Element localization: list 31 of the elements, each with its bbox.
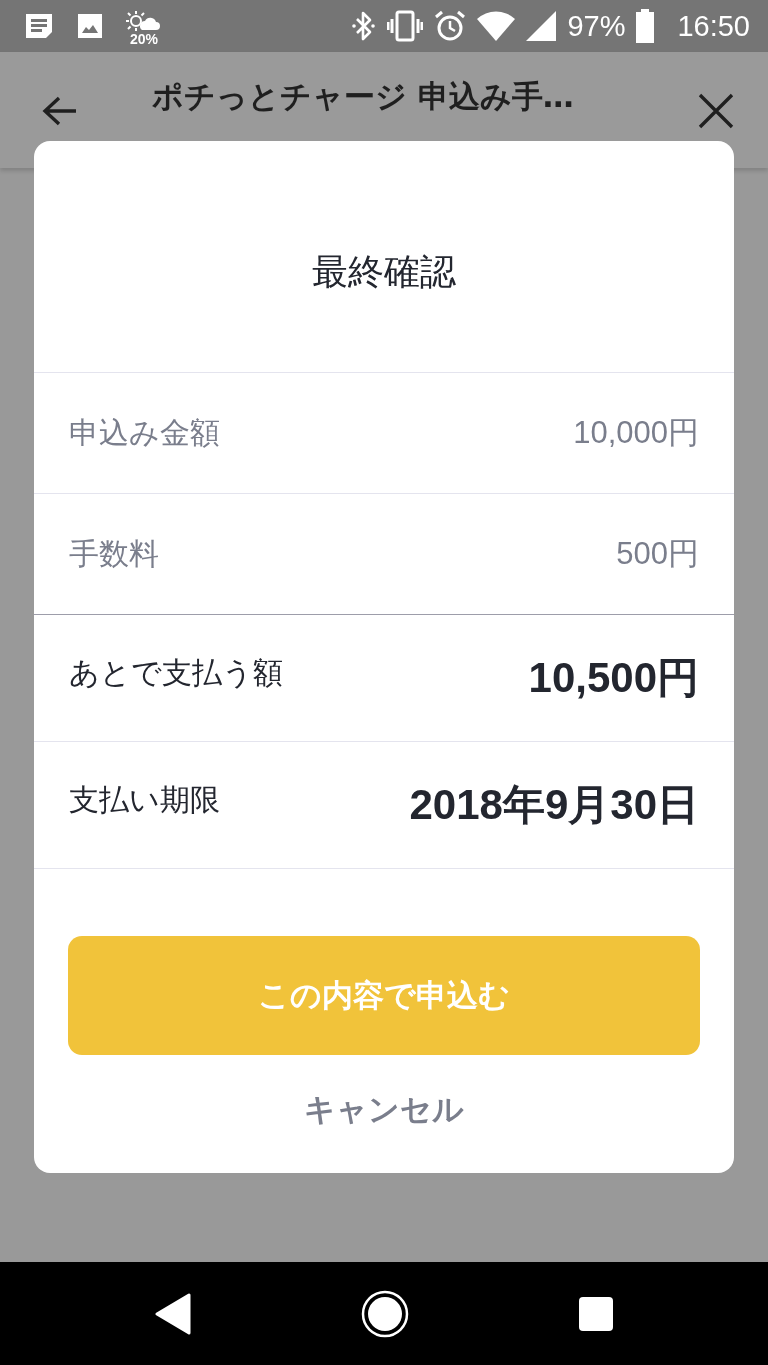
back-arrow-icon <box>42 95 78 127</box>
row-value: 10,500円 <box>528 653 699 703</box>
notification-icon <box>24 12 54 40</box>
nav-home-button[interactable] <box>361 1289 409 1338</box>
row-label: 申込み金額 <box>69 413 220 452</box>
alarm-clock-icon <box>434 10 467 42</box>
image-icon <box>76 12 104 40</box>
nav-back-button[interactable] <box>155 1292 191 1335</box>
row-value: 2018年9月30日 <box>409 780 699 830</box>
weather-percent-text: 20% <box>130 32 158 46</box>
close-icon <box>698 93 734 129</box>
clock-text: 16:50 <box>677 11 750 41</box>
row-label: 手数料 <box>69 534 159 573</box>
vibrate-icon <box>387 10 424 42</box>
triangle-icon <box>155 1292 191 1335</box>
row-value: 10,000円 <box>573 414 699 452</box>
row-label: 支払い期限 <box>69 780 220 819</box>
cancel-button[interactable]: キャンセル <box>288 1081 480 1139</box>
screen-title: ポチっとチャージ 申込み手… <box>152 77 575 116</box>
circle-icon <box>361 1289 409 1338</box>
nav-recents-button[interactable] <box>579 1296 613 1331</box>
signal-icon <box>526 11 557 41</box>
wifi-icon <box>477 11 516 41</box>
square-icon <box>579 1296 613 1331</box>
battery-percent-text: 97% <box>567 11 626 41</box>
weather-icon <box>126 10 162 32</box>
battery-icon <box>636 9 655 43</box>
bluetooth-icon <box>352 10 377 42</box>
row-value: 500円 <box>616 535 699 573</box>
row-label: あとで支払う額 <box>69 653 283 692</box>
dialog-title: 最終確認 <box>312 250 456 294</box>
